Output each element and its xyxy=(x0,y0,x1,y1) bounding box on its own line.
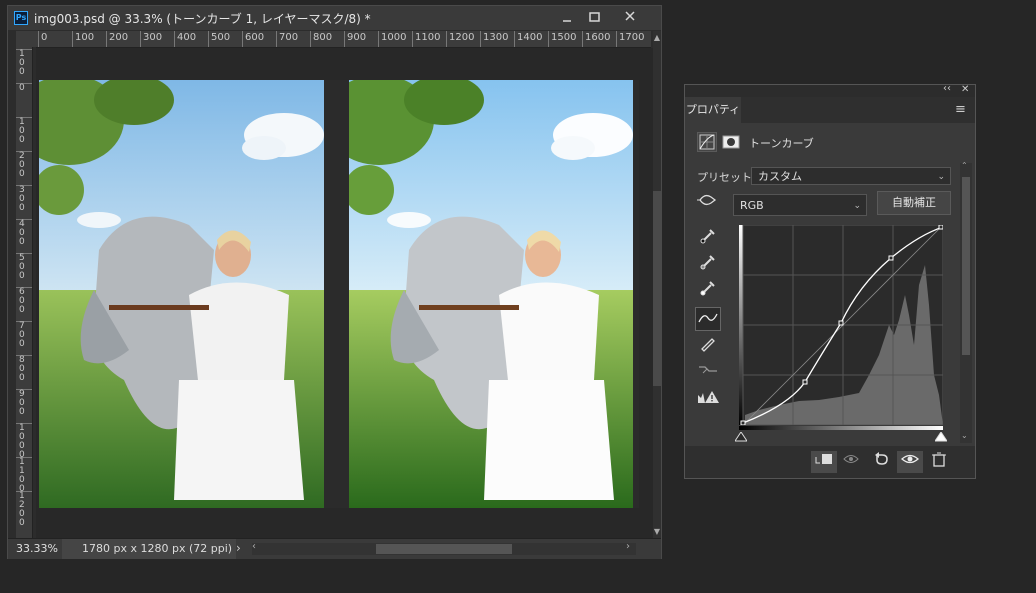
input-gradient-bar xyxy=(739,426,943,430)
ruler-origin[interactable] xyxy=(16,31,36,47)
close-icon[interactable]: ✕ xyxy=(961,84,969,95)
doc-info-box[interactable]: 1780 px x 1280 px (72 ppi) xyxy=(62,539,236,559)
eyedropper-gray-icon[interactable] xyxy=(695,251,721,275)
tab-properties[interactable]: プロパティ xyxy=(685,97,741,123)
document-window: Ps img003.psd @ 33.3% (トーンカーブ 1, レイヤーマスク… xyxy=(7,5,662,559)
ruler-label: 300 xyxy=(140,31,162,47)
ruler-label: 600 xyxy=(242,31,264,47)
ruler-label: 1000 xyxy=(16,423,32,460)
adjustment-title: トーンカーブ xyxy=(749,137,814,150)
layer-mask-icon[interactable] xyxy=(721,132,741,152)
vertical-scroll-thumb[interactable] xyxy=(653,191,661,386)
vertical-ruler[interactable]: 100 0 100 200 300 400 500 600 700 800 90… xyxy=(16,47,33,542)
preset-select[interactable]: カスタム ⌄ xyxy=(751,167,951,185)
scroll-right-icon[interactable]: › xyxy=(626,541,630,552)
status-menu-arrow-icon[interactable]: › xyxy=(236,541,241,555)
reset-icon[interactable] xyxy=(869,451,895,473)
status-bar: 33.33% 1780 px x 1280 px (72 ppi) › ‹ › xyxy=(8,538,661,559)
minimize-icon[interactable] xyxy=(552,6,582,28)
curves-graph[interactable] xyxy=(739,224,944,426)
restore-icon[interactable] xyxy=(580,6,610,28)
ruler-label: 100 xyxy=(16,117,32,145)
eyedropper-black-icon[interactable] xyxy=(695,225,721,249)
ruler-label: 1000 xyxy=(378,31,406,47)
scroll-down-icon[interactable]: ⌄ xyxy=(961,431,968,440)
channel-select[interactable]: RGB ⌄ xyxy=(733,194,867,216)
horizontal-ruler[interactable]: 0 100 200 300 400 500 600 700 800 900 10… xyxy=(36,31,651,48)
eyedropper-white-icon[interactable] xyxy=(695,277,721,301)
view-previous-icon[interactable] xyxy=(840,451,866,473)
preset-value: カスタム xyxy=(758,170,802,183)
photoshop-app-icon: Ps xyxy=(14,11,28,25)
scroll-left-icon[interactable]: ‹ xyxy=(252,541,256,552)
document-title-bar[interactable]: Ps img003.psd @ 33.3% (トーンカーブ 1, レイヤーマスク… xyxy=(8,6,661,30)
ruler-label: 900 xyxy=(16,389,32,417)
ruler-label: 200 xyxy=(106,31,128,47)
ruler-label: 700 xyxy=(16,321,32,349)
ruler-label: 800 xyxy=(310,31,332,47)
smooth-icon[interactable] xyxy=(695,359,721,383)
document-title: img003.psd @ 33.3% (トーンカーブ 1, レイヤーマスク/8)… xyxy=(34,12,371,26)
ruler-label: 100 xyxy=(72,31,94,47)
ruler-label: 1400 xyxy=(514,31,542,47)
collapse-icon[interactable]: ‹‹ xyxy=(943,83,951,94)
properties-panel: ‹‹ ✕ プロパティ ≡ トーンカーブ プリセット : カスタム ⌄ RGB ⌄… xyxy=(684,83,976,479)
pencil-icon[interactable] xyxy=(695,333,721,357)
black-point-slider[interactable] xyxy=(734,431,748,442)
ruler-label: 1500 xyxy=(548,31,576,47)
ruler-label: 1300 xyxy=(480,31,508,47)
white-point-slider[interactable] xyxy=(934,431,948,442)
ruler-label: 400 xyxy=(16,219,32,247)
auto-button[interactable]: 自動補正 xyxy=(877,191,951,215)
ruler-label: 1100 xyxy=(16,457,32,494)
ruler-label: 1200 xyxy=(16,491,32,528)
scroll-down-icon[interactable]: ▼ xyxy=(653,527,661,536)
clipping-warning-icon[interactable] xyxy=(695,387,721,411)
photo-after[interactable] xyxy=(349,80,633,508)
visibility-icon[interactable] xyxy=(897,451,923,473)
ruler-label: 1700 xyxy=(616,31,644,47)
ruler-label: 1600 xyxy=(582,31,610,47)
ruler-label: 100 xyxy=(16,49,32,77)
chevron-down-icon: ⌄ xyxy=(853,201,861,211)
scroll-up-icon[interactable]: ⌃ xyxy=(961,161,968,170)
ruler-label: 900 xyxy=(344,31,366,47)
preset-label: プリセット : xyxy=(697,171,760,184)
ruler-label: 200 xyxy=(16,151,32,179)
clip-to-layer-icon[interactable] xyxy=(811,451,837,473)
ruler-label: 600 xyxy=(16,287,32,315)
horizontal-scroll-thumb[interactable] xyxy=(376,544,512,554)
channel-value: RGB xyxy=(740,199,764,212)
scroll-up-icon[interactable]: ▲ xyxy=(653,33,661,42)
ruler-label: 1100 xyxy=(412,31,440,47)
ruler-label: 0 xyxy=(16,83,32,93)
target-adjust-icon[interactable] xyxy=(695,191,721,215)
horizontal-scrollbar[interactable]: ‹ › xyxy=(252,541,636,555)
ruler-label: 500 xyxy=(16,253,32,281)
ruler-label: 800 xyxy=(16,355,32,383)
ruler-label: 1200 xyxy=(446,31,474,47)
zoom-level[interactable]: 33.33% xyxy=(16,542,58,555)
ruler-label: 700 xyxy=(276,31,298,47)
panel-menu-icon[interactable]: ≡ xyxy=(955,102,966,117)
ruler-label: 300 xyxy=(16,185,32,213)
close-icon[interactable] xyxy=(616,6,646,28)
adjustment-curves-icon[interactable] xyxy=(697,132,717,152)
ruler-label: 500 xyxy=(208,31,230,47)
ruler-label: 0 xyxy=(38,31,47,47)
panel-header-strip[interactable]: ‹‹ ✕ xyxy=(685,83,975,97)
curve-point-icon[interactable] xyxy=(695,307,721,331)
doc-info: 1780 px x 1280 px (72 ppi) xyxy=(82,542,233,555)
panel-scroll-thumb[interactable] xyxy=(962,177,970,355)
chevron-down-icon: ⌄ xyxy=(937,172,945,182)
delete-icon[interactable] xyxy=(926,451,952,473)
ruler-label: 400 xyxy=(174,31,196,47)
photo-before[interactable] xyxy=(39,80,324,508)
